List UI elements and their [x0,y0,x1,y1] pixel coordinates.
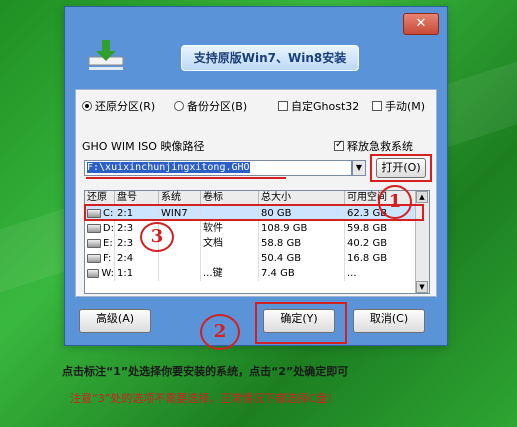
hard-drive-icon [87,254,101,263]
image-path-label: GHO WIM ISO 映像路径 [82,140,205,153]
path-dropdown-icon[interactable]: ▼ [352,160,366,176]
drive-letter: E: [103,238,113,249]
custom-ghost-label: 自定Ghost32 [291,100,360,113]
drive-letter: D: [102,223,114,234]
custom-ghost-checkbox-icon[interactable] [278,101,288,111]
hard-drive-icon [87,239,101,248]
hard-drive-icon [87,224,101,233]
disk-cell: 2:4 [115,251,159,266]
backup-radio-icon[interactable] [174,101,184,111]
annotation-circle-2: 2 [200,314,240,350]
ok-button-annotation [255,302,347,344]
restore-partition-option[interactable]: 还原分区(R) [82,98,155,114]
title-bar[interactable]: ✕ [65,7,447,37]
hard-drive-icon [87,269,100,278]
table-row[interactable]: F: 2:4 50.4 GB 16.8 GB [85,251,417,266]
col-restore: 还原 [85,191,115,205]
mode-options: 还原分区(R) 备份分区(B) 自定Ghost32 手动(M) [82,98,434,114]
free-cell: 59.8 GB [345,221,417,236]
system-cell [159,266,201,281]
col-label: 卷标 [201,191,259,205]
drive-letter: F: [103,253,112,264]
open-button-annotation [370,154,432,182]
image-path-value: F:\xuixinchunjingxitong.GHO [87,162,250,173]
cancel-button[interactable]: 取消(C) [353,309,425,333]
close-button[interactable]: ✕ [403,13,439,35]
rescue-checkbox-icon[interactable] [334,139,344,151]
installer-dialog: ✕ 支持原版Win7、Win8安装 还原分区(R) 备份分区(B) 自定Ghos… [64,6,448,346]
drive-cell: D: [85,221,115,236]
manual-option[interactable]: 手动(M) [372,98,425,114]
table-row[interactable]: E: 2:3 文档 58.8 GB 40.2 GB [85,236,417,251]
system-cell [159,251,201,266]
col-total: 总大小 [259,191,345,205]
disk-cell: 1:1 [115,266,159,281]
warning-caption: 注意“3”处的选项不需要选择，正常情况下都选择C盘！ [70,392,339,405]
label-cell [201,251,259,266]
instruction-caption: 点击标注“1”处选择你要安装的系统，点击“2”处确定即可 [62,365,349,378]
label-cell: ...键 [201,266,259,281]
manual-label: 手动(M) [385,100,426,113]
annotation-circle-3: 3 [140,222,174,252]
col-disk: 盘号 [115,191,159,205]
drive-letter: W: [101,268,114,279]
restore-radio-icon[interactable] [82,101,92,111]
download-logo-icon [88,40,124,70]
rescue-label: 释放急救系统 [347,140,413,153]
total-cell: 108.9 GB [259,221,345,236]
total-cell: 7.4 GB [259,266,345,281]
free-cell: ... [345,266,417,281]
scroll-up-icon[interactable]: ▲ [416,191,428,203]
drive-cell: E: [85,236,115,251]
backup-label: 备份分区(B) [187,100,248,113]
table-row[interactable]: W: 1:1 ...键 7.4 GB ... [85,266,417,281]
free-cell: 16.8 GB [345,251,417,266]
banner-title: 支持原版Win7、Win8安装 [181,45,359,71]
total-cell: 50.4 GB [259,251,345,266]
col-system: 系统 [159,191,201,205]
table-row[interactable]: D: 2:3 软件 108.9 GB 59.8 GB [85,221,417,236]
advanced-button[interactable]: 高级(A) [79,309,151,333]
restore-label: 还原分区(R) [95,100,156,113]
c-drive-row-annotation [84,204,424,221]
rescue-system-option[interactable]: 释放急救系统 [334,138,413,154]
manual-checkbox-icon[interactable] [372,101,382,111]
free-cell: 40.2 GB [345,236,417,251]
drive-cell: F: [85,251,115,266]
annotation-circle-1: 1 [378,185,412,219]
label-cell: 文档 [201,236,259,251]
custom-ghost-option[interactable]: 自定Ghost32 [278,98,359,114]
drive-cell: W: [85,266,115,281]
total-cell: 58.8 GB [259,236,345,251]
backup-partition-option[interactable]: 备份分区(B) [174,98,247,114]
image-path-input[interactable]: F:\xuixinchunjingxitong.GHO [84,160,352,176]
label-cell: 软件 [201,221,259,236]
path-underline-annotation [86,177,286,179]
scroll-down-icon[interactable]: ▼ [416,281,428,293]
